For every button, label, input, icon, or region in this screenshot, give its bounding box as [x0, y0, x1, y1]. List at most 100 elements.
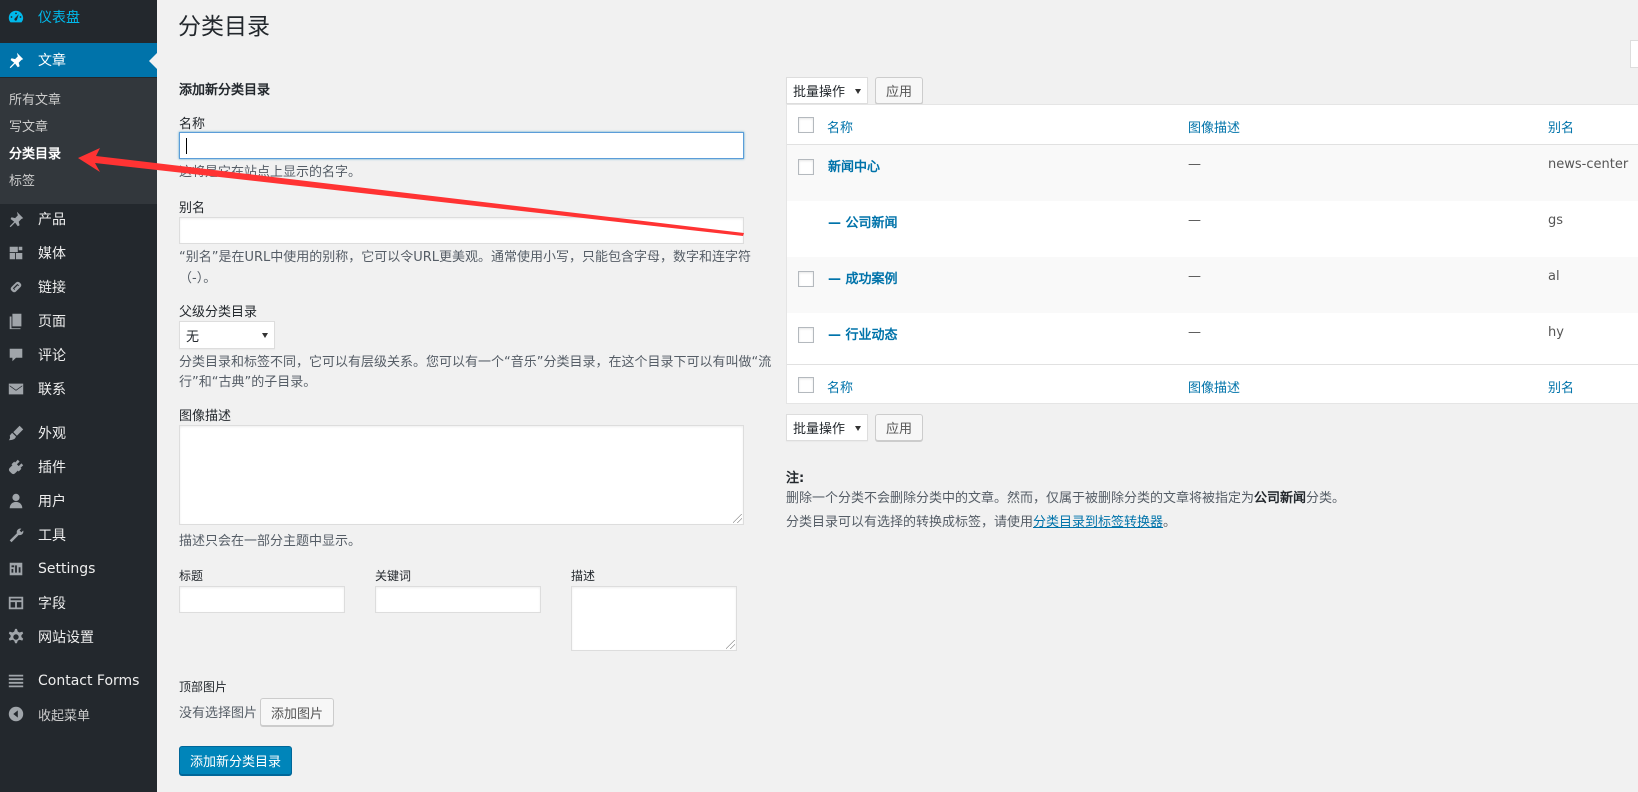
slug-input[interactable]	[179, 217, 744, 244]
seo-desc-textarea[interactable]	[571, 586, 737, 651]
menu-users[interactable]: 用户	[0, 484, 157, 518]
menu-plugins[interactable]: 插件	[0, 450, 157, 484]
column-slug-footer[interactable]: 别名	[1548, 377, 1574, 396]
menu-settings-label: Settings	[38, 561, 96, 577]
menu-fields-label: 字段	[38, 596, 66, 612]
select-all-checkbox-footer[interactable]	[798, 377, 814, 393]
name-input[interactable]	[179, 132, 744, 159]
row-checkbox[interactable]	[798, 159, 814, 175]
notes-line1-suffix: 分类。	[1306, 491, 1346, 506]
select-all-checkbox[interactable]	[798, 117, 814, 133]
category-image-desc: —	[1188, 213, 1201, 228]
menu-appearance-label: 外观	[38, 426, 66, 442]
collapse-icon	[6, 704, 26, 724]
categories-table: 名称 图像描述 别名 新闻中心 — news-center — 公司新闻 — g…	[786, 104, 1638, 404]
link-icon	[6, 277, 26, 297]
menu-settings[interactable]: Settings	[0, 552, 157, 586]
table-header: 名称 图像描述 别名	[787, 105, 1638, 145]
category-image-desc: —	[1188, 157, 1201, 172]
resize-handle-icon[interactable]	[726, 640, 735, 649]
resize-handle-icon[interactable]	[733, 514, 742, 523]
menu-appearance[interactable]: 外观	[0, 416, 157, 450]
notes-title: 注:	[786, 471, 805, 486]
add-image-button[interactable]: 添加图片	[260, 698, 334, 726]
menu-tools-label: 工具	[38, 528, 66, 544]
column-slug-header[interactable]: 别名	[1548, 117, 1574, 136]
bulk-actions-select-bottom[interactable]: 批量操作	[786, 414, 868, 441]
menu-contact-label: 联系	[38, 382, 66, 398]
row-checkbox[interactable]	[798, 271, 814, 287]
chevron-down-icon	[855, 88, 861, 94]
submenu-new-post[interactable]: 写文章	[9, 116, 48, 135]
bulk-actions-select-top[interactable]: 批量操作	[786, 77, 868, 104]
menu-dashboard[interactable]: 仪表盘	[0, 0, 157, 34]
submenu-all-posts[interactable]: 所有文章	[9, 89, 61, 108]
column-image-desc-footer[interactable]: 图像描述	[1188, 377, 1240, 396]
menu-comments-label: 评论	[38, 348, 66, 364]
chevron-down-icon	[262, 333, 268, 338]
category-name-link[interactable]: 新闻中心	[828, 156, 880, 175]
collapse-menu-button[interactable]: 收起菜单	[0, 697, 157, 731]
pages-icon	[6, 311, 26, 331]
category-slug: gs	[1548, 213, 1564, 228]
submenu-tags[interactable]: 标签	[9, 170, 35, 189]
table-icon	[6, 593, 26, 613]
category-tag-converter-link[interactable]: 分类目录到标签转换器	[1033, 515, 1163, 530]
row-checkbox[interactable]	[798, 327, 814, 343]
column-name-header[interactable]: 名称	[827, 117, 853, 136]
notes-line-2: 分类目录可以有选择的转换成标签，请使用分类目录到标签转换器。	[786, 511, 1176, 530]
add-category-heading: 添加新分类目录	[179, 83, 271, 98]
pin-icon	[6, 209, 26, 229]
no-image-text: 没有选择图片	[179, 706, 258, 721]
chevron-down-icon	[855, 425, 861, 431]
parent-select[interactable]: 无	[179, 321, 275, 349]
apply-button-bottom[interactable]: 应用	[875, 414, 923, 441]
parent-selected-value: 无	[186, 329, 200, 345]
column-image-desc-header[interactable]: 图像描述	[1188, 117, 1240, 136]
table-row: — 行业动态 — hy	[787, 313, 1638, 369]
category-name-link[interactable]: — 行业动态	[828, 324, 898, 343]
column-name-footer[interactable]: 名称	[827, 377, 853, 396]
menu-site-settings[interactable]: 网站设置	[0, 620, 157, 654]
category-image-desc: —	[1188, 325, 1201, 340]
menu-pages[interactable]: 页面	[0, 304, 157, 338]
menu-products[interactable]: 产品	[0, 202, 157, 236]
seo-keywords-input[interactable]	[375, 586, 541, 613]
category-image-desc: —	[1188, 269, 1201, 284]
category-slug: hy	[1548, 325, 1564, 340]
menu-links[interactable]: 链接	[0, 270, 157, 304]
menu-products-label: 产品	[38, 212, 66, 228]
user-icon	[6, 491, 26, 511]
banner-image-label: 顶部图片	[179, 680, 228, 694]
gear-icon	[6, 627, 26, 647]
menu-posts-label: 文章	[38, 53, 66, 69]
seo-title-label: 标题	[179, 569, 204, 583]
parent-help-line2: 行”和“古典”的子目录。	[179, 375, 317, 390]
menu-posts[interactable]: 文章	[0, 43, 157, 77]
seo-title-input[interactable]	[179, 586, 345, 613]
bulk-actions-label: 批量操作	[793, 85, 846, 100]
category-name-link[interactable]: — 成功案例	[828, 268, 898, 287]
media-icon	[6, 243, 26, 263]
menu-contact[interactable]: 联系	[0, 372, 157, 406]
name-help: 这将是它在站点上显示的名字。	[179, 165, 362, 180]
add-category-submit-button[interactable]: 添加新分类目录	[179, 746, 292, 775]
wrench-icon	[6, 525, 26, 545]
image-desc-label: 图像描述	[179, 409, 232, 424]
apply-button-top[interactable]: 应用	[875, 77, 923, 104]
notes-line1-text: 删除一个分类不会删除分类中的文章。然而，仅属于被删除分类的文章将被指定为	[786, 491, 1255, 506]
collapse-menu-label: 收起菜单	[38, 708, 91, 724]
category-name-link[interactable]: — 公司新闻	[828, 212, 898, 231]
menu-media-label: 媒体	[38, 246, 66, 262]
menu-media[interactable]: 媒体	[0, 236, 157, 270]
table-footer: 名称 图像描述 别名	[787, 364, 1638, 404]
parent-help-line1: 分类目录和标签不同，它可以有层级关系。您可以有一个“音乐”分类目录，在这个目录下…	[179, 355, 772, 370]
menu-tools[interactable]: 工具	[0, 518, 157, 552]
screen-options-tab[interactable]	[1630, 40, 1638, 68]
menu-comments[interactable]: 评论	[0, 338, 157, 372]
image-desc-textarea[interactable]	[179, 425, 744, 525]
default-category-name: 公司新闻	[1254, 491, 1307, 506]
submenu-categories[interactable]: 分类目录	[9, 143, 61, 162]
menu-contact-forms[interactable]: Contact Forms	[0, 664, 157, 698]
menu-fields[interactable]: 字段	[0, 586, 157, 620]
